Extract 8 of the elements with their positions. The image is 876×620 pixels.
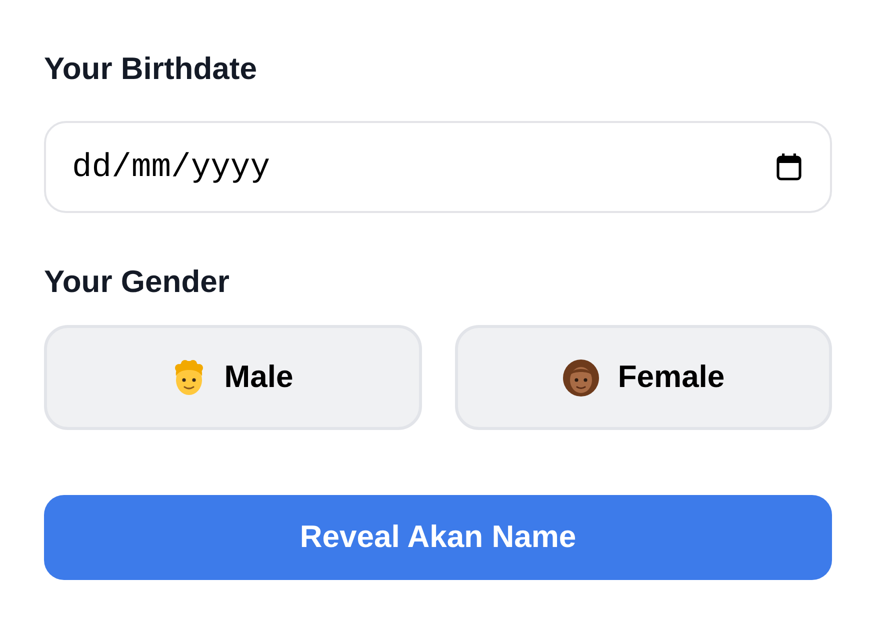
calendar-icon[interactable] <box>776 153 802 181</box>
gender-option-button[interactable]: Male <box>44 325 422 430</box>
gender-label: Your Gender <box>44 263 230 301</box>
woman-face-icon <box>562 358 600 396</box>
reveal-name-button[interactable]: Reveal Akan Name <box>44 495 832 580</box>
date-field[interactable]: dd/mm/yyyy <box>44 121 832 213</box>
gender-option-button[interactable]: Female <box>454 325 832 430</box>
birthdate-label: Your Birthdate <box>44 50 257 88</box>
